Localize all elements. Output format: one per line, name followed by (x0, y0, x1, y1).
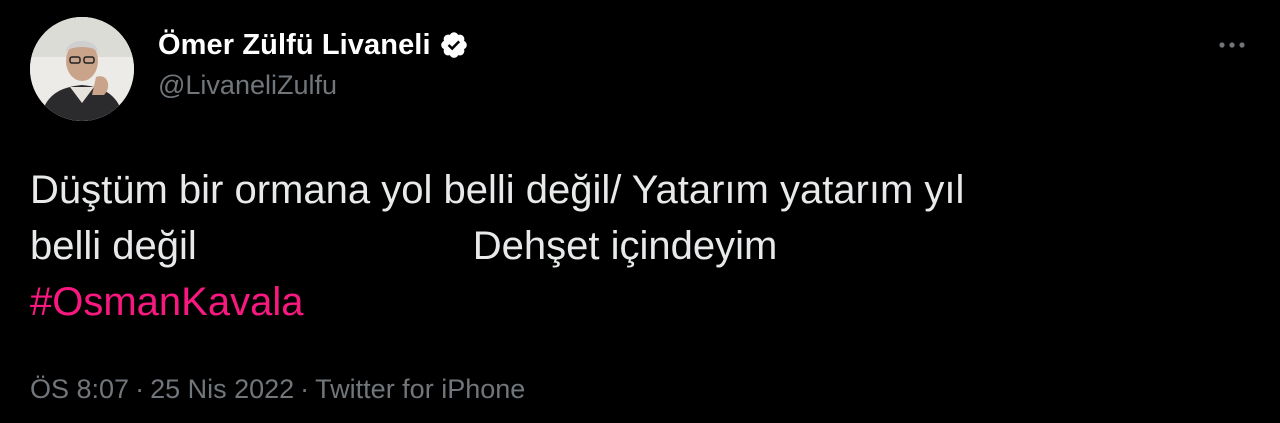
more-horizontal-icon[interactable] (1214, 30, 1250, 60)
hashtag-link[interactable]: #OsmanKavala (30, 280, 303, 324)
avatar[interactable] (30, 17, 134, 121)
tweet-time[interactable]: ÖS 8:07 (30, 374, 129, 404)
tweet-text: Düştüm bir ormana yol belli değil/ Yatar… (30, 162, 1240, 330)
tweet-card: Ömer Zülfü Livaneli @LivaneliZulfu Düştü… (0, 0, 1280, 423)
meta-separator-2: · (300, 374, 310, 404)
meta-separator-1: · (135, 374, 145, 404)
author-handle[interactable]: @LivaneliZulfu (158, 70, 337, 101)
tweet-source[interactable]: Twitter for iPhone (315, 374, 525, 404)
author-name-row: Ömer Zülfü Livaneli (158, 26, 469, 64)
tweet-text-line-2b: Dehşet içindeyim (472, 224, 778, 268)
tweet-text-line-1: Düştüm bir ormana yol belli değil/ Yatar… (30, 168, 965, 212)
tweet-text-line-2a: belli değil (30, 224, 197, 268)
tweet-meta: ÖS 8:07 · 25 Nis 2022 · Twitter for iPhone (30, 374, 525, 405)
tweet-text-line-2: belli değil Dehşet içindeyim (30, 218, 1240, 274)
verified-badge-icon (440, 32, 467, 58)
author-display-name[interactable]: Ömer Zülfü Livaneli (158, 29, 431, 62)
profile-photo-icon (30, 17, 134, 121)
tweet-text-line-3: #OsmanKavala (30, 274, 1240, 330)
tweet-date[interactable]: 25 Nis 2022 (150, 374, 294, 404)
